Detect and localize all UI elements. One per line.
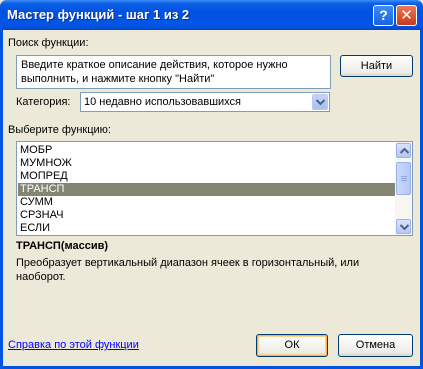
list-item[interactable]: СУММ — [18, 196, 396, 209]
function-signature: ТРАНСП(массив) — [16, 240, 109, 252]
category-select[interactable]: 10 недавно использовавшихся — [80, 92, 330, 112]
title-bar[interactable]: Мастер функций - шаг 1 из 2 ? ✕ — [0, 0, 423, 30]
cancel-button[interactable]: Отмена — [338, 334, 413, 357]
list-item[interactable]: ЕСЛИ — [18, 222, 396, 235]
list-item[interactable]: МУМНОЖ — [18, 157, 396, 170]
close-icon[interactable]: ✕ — [396, 5, 417, 26]
function-list[interactable]: МОБР МУМНОЖ МОПРЕД ТРАНСП СУММ СРЗНАЧ ЕС… — [16, 141, 413, 236]
ok-button[interactable]: ОК — [256, 334, 328, 357]
help-icon[interactable]: ? — [373, 5, 394, 26]
window-title: Мастер функций - шаг 1 из 2 — [7, 7, 190, 22]
scroll-down-icon[interactable] — [396, 219, 411, 234]
function-description: Преобразует вертикальный диапазон ячеек … — [16, 257, 360, 283]
vertical-scrollbar[interactable] — [395, 142, 412, 235]
chevron-down-icon[interactable] — [312, 94, 328, 110]
category-label: Категория: — [16, 96, 71, 108]
search-label: Поиск функции: — [8, 37, 89, 49]
search-input[interactable]: Введите краткое описание действия, котор… — [16, 55, 331, 89]
help-link[interactable]: Справка по этой функции — [8, 339, 139, 351]
category-value: 10 недавно использовавшихся — [84, 96, 242, 108]
list-item[interactable]: МОПРЕД — [18, 170, 396, 183]
list-item[interactable]: МОБР — [18, 144, 396, 157]
scroll-thumb[interactable] — [396, 162, 411, 195]
find-button[interactable]: Найти — [340, 55, 413, 77]
functions-label: Выберите функцию: — [8, 124, 111, 136]
list-item[interactable]: СРЗНАЧ — [18, 209, 396, 222]
scroll-up-icon[interactable] — [396, 143, 411, 158]
list-item-selected[interactable]: ТРАНСП — [18, 183, 396, 196]
